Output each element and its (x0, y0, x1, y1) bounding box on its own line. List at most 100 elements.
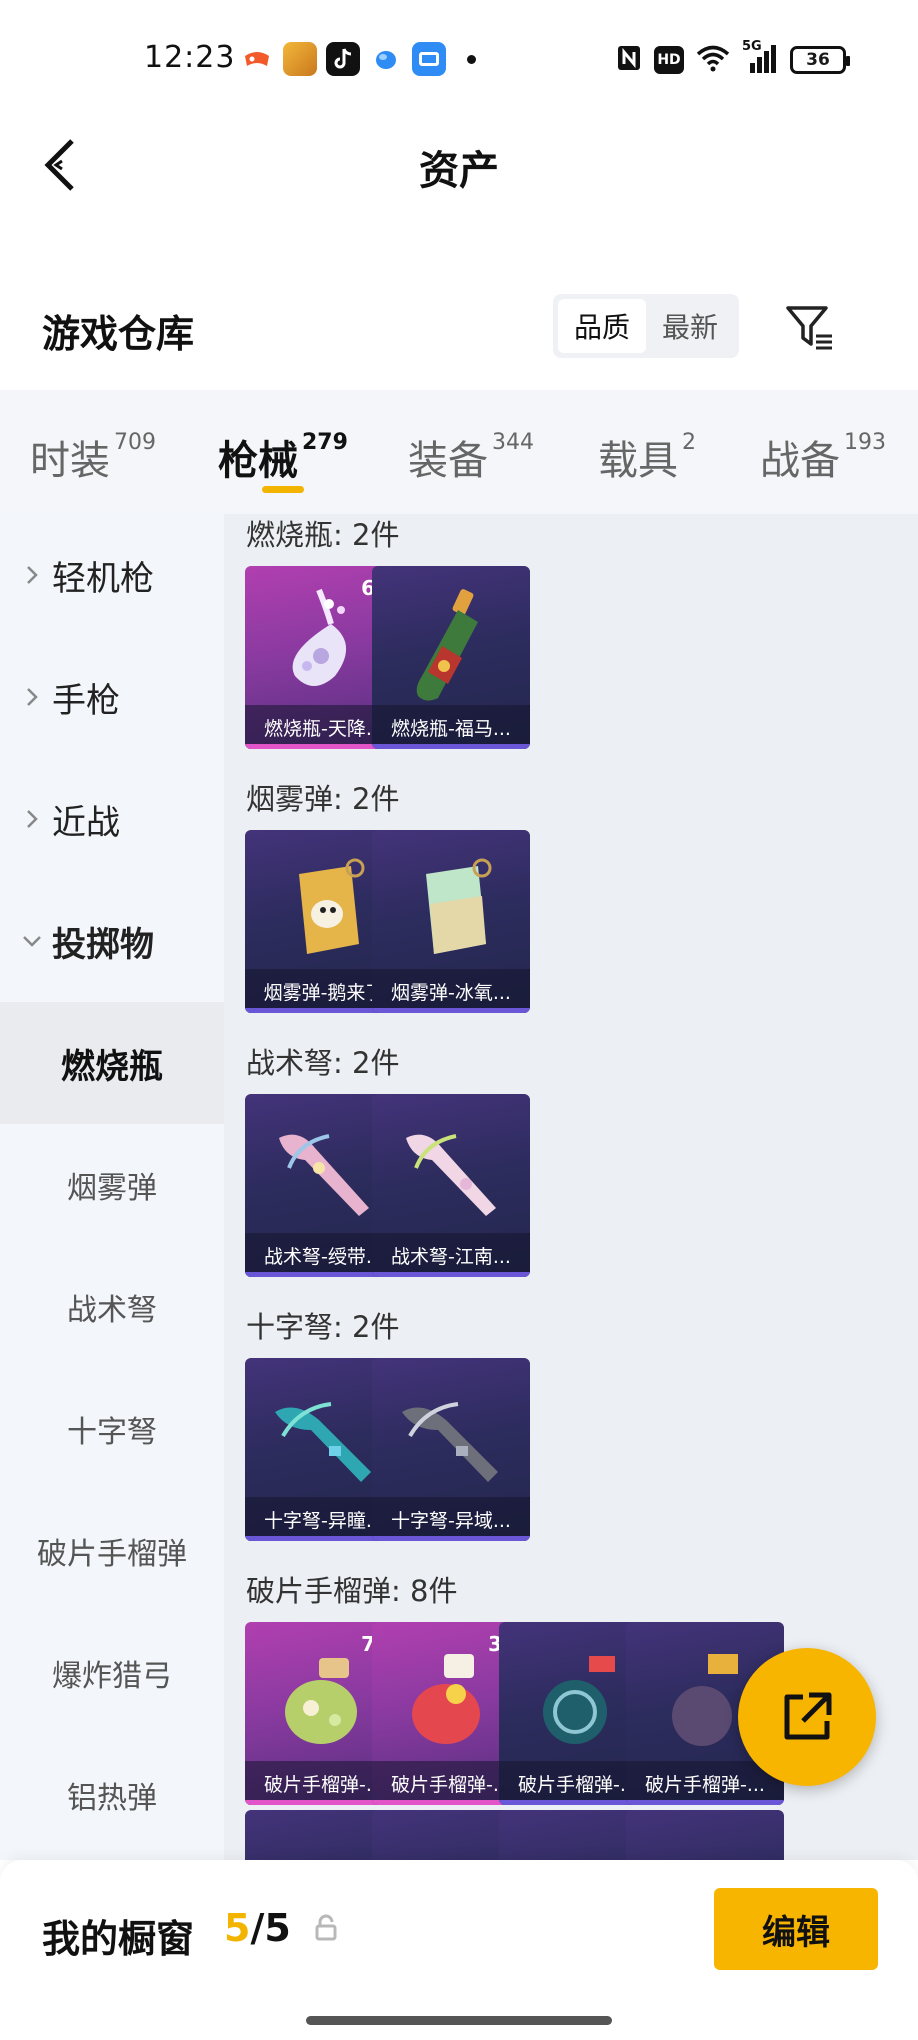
sidebar-item-smoke[interactable]: 烟雾弹 (0, 1124, 224, 1246)
vase-icon (292, 588, 347, 686)
item-name: 燃烧瓶-福马... (372, 705, 530, 749)
tiktok-icon (326, 42, 360, 76)
tab-count: 709 (114, 430, 156, 455)
game-controller-icon (240, 42, 274, 76)
status-bar: 12:23 HD 5G 36 (0, 0, 918, 120)
item-card-partial[interactable] (626, 1810, 784, 1860)
grenade-icon (412, 1654, 480, 1744)
rarity-bar (626, 1800, 784, 1805)
tab-label: 装备 (408, 438, 488, 484)
active-tab-indicator (262, 486, 304, 493)
status-time: 12:23 (144, 40, 236, 75)
tab-combat-gear[interactable]: 战备 193 (760, 428, 886, 486)
sidebar-group-melee[interactable]: 近战 (0, 758, 224, 880)
sort-option-quality[interactable]: 品质 (558, 299, 646, 353)
rarity-bar (372, 744, 530, 749)
section-title: 破片手榴弹: 8件 (246, 1574, 458, 1608)
tab-label: 枪械 (218, 438, 298, 484)
sidebar-group-pistol[interactable]: 手枪 (0, 636, 224, 758)
sort-option-newest[interactable]: 最新 (646, 299, 734, 353)
sidebar-item-label: 铝热弹 (67, 1781, 157, 1816)
sidebar-group-throwables[interactable]: 投掷物 (0, 880, 224, 1002)
section-title: 战术弩: 2件 (246, 1046, 400, 1080)
crossbow-icon (275, 1402, 371, 1482)
tab-count: 193 (844, 430, 886, 455)
section-title: 燃烧瓶: 2件 (246, 518, 400, 552)
section-title: 十字弩: 2件 (246, 1310, 400, 1344)
tab-label: 战备 (760, 438, 840, 484)
sidebar-item-tactical-crossbow[interactable]: 战术弩 (0, 1246, 224, 1368)
cellular-signal-icon: 5G (742, 39, 778, 75)
showcase-label: 我的橱窗 (42, 1917, 195, 1961)
crossbow-icon (402, 1402, 498, 1482)
nfc-icon (616, 44, 642, 76)
chevron-right-icon (20, 686, 44, 708)
grenade-icon (543, 1656, 615, 1744)
top-navigation: 资产 (0, 120, 918, 210)
tab-count: 344 (492, 430, 534, 455)
tab-count: 2 (682, 430, 696, 455)
item-card[interactable]: 十字弩-异域... (372, 1358, 530, 1541)
item-name: 十字弩-异域... (372, 1497, 530, 1541)
chevron-right-icon (20, 808, 44, 830)
filter-icon (786, 306, 832, 350)
sidebar-item-thermite[interactable]: 铝热弹 (0, 1734, 224, 1856)
tab-fashion[interactable]: 时装 709 (30, 428, 156, 486)
sidebar-item-label: 破片手榴弹 (37, 1537, 187, 1572)
share-external-icon (784, 1692, 832, 1740)
showcase-current: 5 (224, 1906, 251, 1950)
blue-app-icon (412, 42, 446, 76)
item-card[interactable]: 烟雾弹-冰氧... (372, 830, 530, 1013)
app-root: 12:23 HD 5G 36 资产 游戏仓库 品质 最新 时装 709 枪械 2… (0, 0, 918, 2040)
sidebar-item-label: 爆炸猎弓 (52, 1659, 172, 1694)
subcategory-sidebar: 轻机枪 手枪 近战 投掷物 燃烧瓶 烟雾弹 战术弩 十字弩 破片手榴弹 爆炸猎弓… (0, 514, 224, 1860)
sidebar-item-explosive-bow[interactable]: 爆炸猎弓 (0, 1612, 224, 1734)
edit-button[interactable]: 编辑 (714, 1888, 878, 1970)
sidebar-group-label: 投掷物 (52, 924, 154, 965)
smoke-grenade-icon (299, 858, 365, 954)
smoke-grenade-icon (426, 858, 492, 954)
battery-icon: 36 (790, 46, 850, 74)
tab-firearms[interactable]: 枪械 279 (218, 428, 348, 486)
crossbow-icon (279, 1134, 369, 1216)
blue-bubble-icon (369, 42, 403, 76)
warehouse-title: 游戏仓库 (42, 312, 195, 356)
sidebar-group-label: 轻机枪 (52, 558, 154, 599)
section-title: 烟雾弹: 2件 (246, 782, 400, 816)
sidebar-item-frag-grenade[interactable]: 破片手榴弹 (0, 1490, 224, 1612)
bottle-icon (416, 589, 478, 701)
sort-toggle: 品质 最新 (553, 294, 739, 358)
sidebar-item-molotov[interactable]: 燃烧瓶 (0, 1002, 224, 1124)
item-card[interactable]: 燃烧瓶-福马... (372, 566, 530, 749)
page-title: 资产 (419, 148, 499, 194)
chevron-down-icon (20, 934, 44, 948)
sidebar-group-lmg[interactable]: 轻机枪 (0, 514, 224, 636)
sidebar-item-label: 战术弩 (67, 1293, 157, 1328)
tab-vehicles[interactable]: 载具 2 (598, 428, 696, 486)
game-app-icon (283, 42, 317, 76)
item-name: 烟雾弹-冰氧... (372, 969, 530, 1013)
wifi-icon (696, 44, 730, 76)
item-card[interactable]: 战术弩-江南... (372, 1094, 530, 1277)
tab-equipment[interactable]: 装备 344 (408, 428, 534, 486)
sidebar-item-label: 烟雾弹 (67, 1171, 157, 1206)
more-notifications-dot (467, 54, 476, 64)
tab-label: 载具 (598, 438, 678, 484)
grenade-icon (285, 1658, 357, 1744)
rarity-bar (372, 1008, 530, 1013)
filter-button[interactable] (780, 298, 840, 358)
rarity-bar (372, 1272, 530, 1277)
sidebar-group-label: 近战 (52, 802, 120, 843)
tab-count: 279 (302, 430, 348, 455)
sidebar-item-label: 十字弩 (67, 1415, 157, 1450)
item-name: 战术弩-江南... (372, 1233, 530, 1277)
tab-label: 时装 (30, 438, 110, 484)
share-button[interactable] (738, 1648, 876, 1786)
chevron-right-icon (20, 564, 44, 586)
showcase-count: 5/5 (224, 1906, 291, 1950)
lock-icon (314, 1914, 338, 1946)
home-indicator[interactable] (306, 2016, 612, 2025)
showcase-total: /5 (250, 1906, 291, 1950)
sidebar-item-crossbow[interactable]: 十字弩 (0, 1368, 224, 1490)
notification-icons (240, 42, 476, 76)
